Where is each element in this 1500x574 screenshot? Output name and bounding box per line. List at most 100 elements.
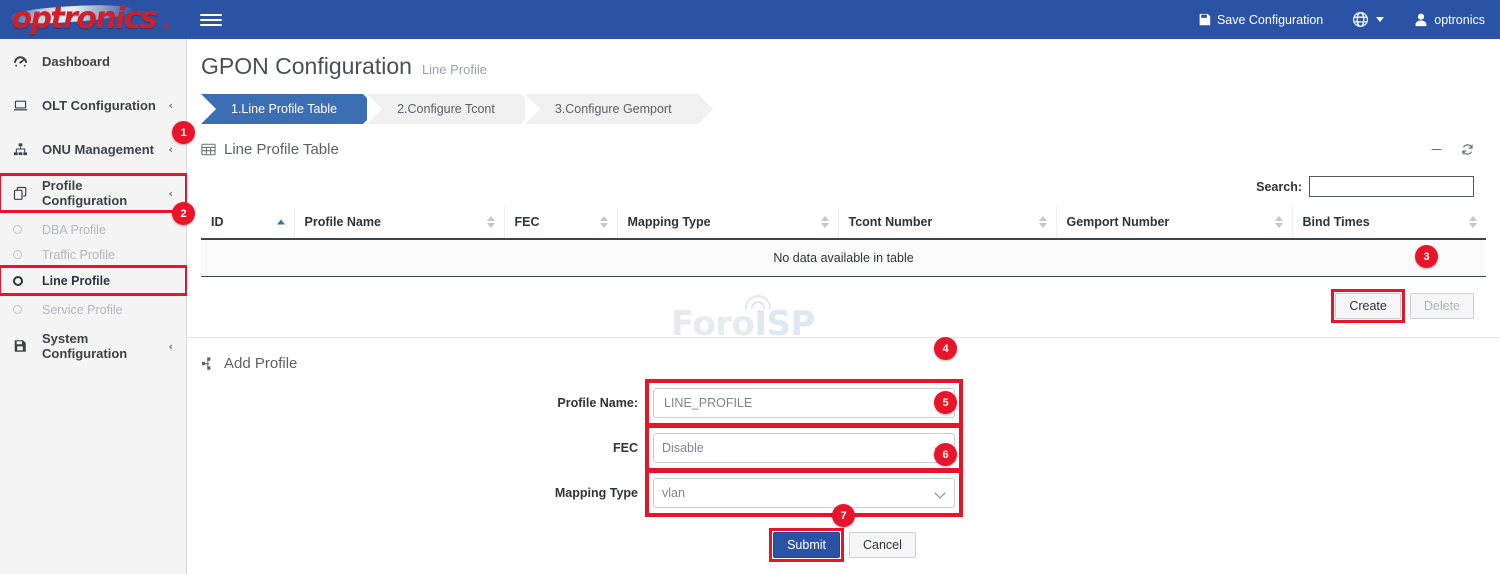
table-header-row: ID Profile Name FEC Mapping Type Tcont N… (201, 206, 1486, 239)
step-configure-tcont[interactable]: 2.Configure Tcont (367, 94, 521, 124)
profile-name-input[interactable] (653, 388, 955, 418)
user-menu[interactable]: optronics (1399, 0, 1500, 39)
annotation-badge-3: 3 (1415, 245, 1438, 268)
sidebar-item-profile-configuration[interactable]: Profile Configuration ‹ (0, 175, 186, 211)
plug-icon (201, 356, 216, 371)
column-header-fec[interactable]: FEC (504, 206, 617, 239)
annotation-badge-5: 5 (934, 391, 957, 414)
circle-icon (13, 305, 33, 314)
page-title: GPON Configuration (201, 53, 412, 80)
sidebar-item-line-profile[interactable]: Line Profile (0, 267, 186, 294)
sidebar-item-label: System Configuration (42, 331, 168, 361)
chevron-left-icon: ‹ (168, 187, 173, 200)
annotation-badge-2: 2 (172, 202, 195, 225)
sidebar-item-dashboard[interactable]: Dashboard (0, 43, 186, 79)
step-line-profile-table[interactable]: 1.Line Profile Table (201, 94, 363, 124)
sidebar-item-label: Dashboard (42, 54, 173, 69)
form-actions: Submit Cancel (187, 530, 1500, 560)
save-icon (1198, 13, 1211, 26)
sitemap-icon (13, 142, 33, 157)
main-content: ForoISP GPON Configuration Line Profile … (187, 39, 1500, 574)
step-wizard: 1.Line Profile Table 2.Configure Tcont 3… (201, 94, 1500, 124)
sidebar-subitem-label: Service Profile (42, 303, 123, 317)
column-header-tcont-number[interactable]: Tcont Number (838, 206, 1056, 239)
step-configure-gemport[interactable]: 3.Configure Gemport (525, 94, 698, 124)
minus-icon[interactable] (1430, 143, 1443, 156)
profile-name-label: Profile Name: (187, 396, 653, 410)
clone-icon (13, 186, 33, 201)
column-header-profile-name[interactable]: Profile Name (294, 206, 504, 239)
language-selector[interactable] (1338, 0, 1399, 39)
logo-registered-mark: ® (164, 21, 171, 31)
dashboard-icon (13, 54, 33, 69)
search-input[interactable] (1309, 176, 1474, 197)
page-subtitle: Line Profile (422, 62, 487, 77)
circle-icon (13, 250, 33, 259)
fec-select[interactable]: Disable (653, 433, 955, 463)
top-navbar: optronics ® Save Configuration (0, 0, 1500, 39)
sort-icon (1039, 216, 1047, 228)
chevron-left-icon: ‹ (168, 99, 173, 112)
sidebar-item-label: ONU Management (42, 142, 168, 157)
column-label: Mapping Type (628, 215, 711, 229)
column-label: Tcont Number (849, 215, 933, 229)
column-label: FEC (515, 215, 540, 229)
line-profile-table: ID Profile Name FEC Mapping Type Tcont N… (201, 206, 1486, 277)
mapping-type-select[interactable]: vlan (653, 478, 955, 508)
sidebar-subitem-label: Line Profile (42, 274, 110, 288)
mapping-type-label: Mapping Type (187, 486, 653, 500)
sidebar-item-service-profile[interactable]: Service Profile (0, 297, 186, 322)
column-header-gemport-number[interactable]: Gemport Number (1056, 206, 1292, 239)
submit-button[interactable]: Submit (773, 532, 840, 558)
table-empty-row: No data available in table (201, 239, 1486, 277)
table-actions: Create Delete (187, 291, 1486, 321)
form-panel-title: Add Profile (224, 355, 297, 372)
username-label: optronics (1434, 13, 1485, 27)
table-panel-header: Line Profile Table (201, 136, 1486, 162)
sidebar-item-traffic-profile[interactable]: Traffic Profile (0, 242, 186, 267)
chevron-down-icon (1376, 17, 1384, 22)
submit-button-highlight: Submit (771, 530, 842, 560)
column-header-id[interactable]: ID (201, 206, 294, 239)
table-search-row: Search: (187, 176, 1486, 197)
save-configuration-button[interactable]: Save Configuration (1183, 0, 1338, 39)
sidebar: Dashboard OLT Configuration ‹ ONU Manage… (0, 39, 187, 574)
column-label: Gemport Number (1067, 215, 1170, 229)
table-panel-title: Line Profile Table (224, 141, 339, 158)
save-configuration-label: Save Configuration (1217, 13, 1323, 27)
sidebar-item-olt-configuration[interactable]: OLT Configuration ‹ (0, 87, 186, 123)
chevron-left-icon: ‹ (168, 340, 173, 353)
sidebar-item-label: OLT Configuration (42, 98, 168, 113)
brand-logo[interactable]: optronics ® (0, 0, 187, 39)
laptop-icon (13, 98, 33, 113)
refresh-icon[interactable] (1461, 143, 1474, 156)
save-disk-icon (13, 339, 33, 353)
table-body: No data available in table (201, 239, 1486, 277)
chevron-left-icon: ‹ (168, 143, 173, 156)
circle-icon (13, 276, 33, 286)
circle-icon (13, 225, 33, 234)
cancel-button[interactable]: Cancel (849, 532, 916, 558)
sort-icon (821, 216, 829, 228)
sort-icon (1275, 216, 1283, 228)
sort-icon (600, 216, 608, 228)
annotation-badge-4: 4 (934, 337, 957, 360)
add-profile-form: Profile Name: FEC Disable Mapping Type v… (187, 388, 1500, 560)
annotation-badge-6: 6 (934, 443, 957, 466)
logo-text: optronics (12, 4, 157, 34)
column-label: ID (211, 215, 224, 229)
globe-icon (1353, 12, 1368, 27)
column-label: Profile Name (305, 215, 381, 229)
sidebar-item-onu-management[interactable]: ONU Management ‹ (0, 131, 186, 167)
fec-label: FEC (187, 441, 653, 455)
sidebar-item-dba-profile[interactable]: DBA Profile (0, 217, 186, 242)
hamburger-icon[interactable] (200, 9, 222, 31)
column-header-mapping-type[interactable]: Mapping Type (617, 206, 838, 239)
create-button[interactable]: Create (1335, 293, 1401, 319)
sidebar-item-system-configuration[interactable]: System Configuration ‹ (0, 328, 186, 364)
user-icon (1414, 13, 1428, 27)
sort-icon (1469, 216, 1477, 228)
page-header: GPON Configuration Line Profile (187, 39, 1500, 80)
column-header-bind-times[interactable]: Bind Times (1292, 206, 1486, 239)
table-icon (201, 142, 216, 157)
